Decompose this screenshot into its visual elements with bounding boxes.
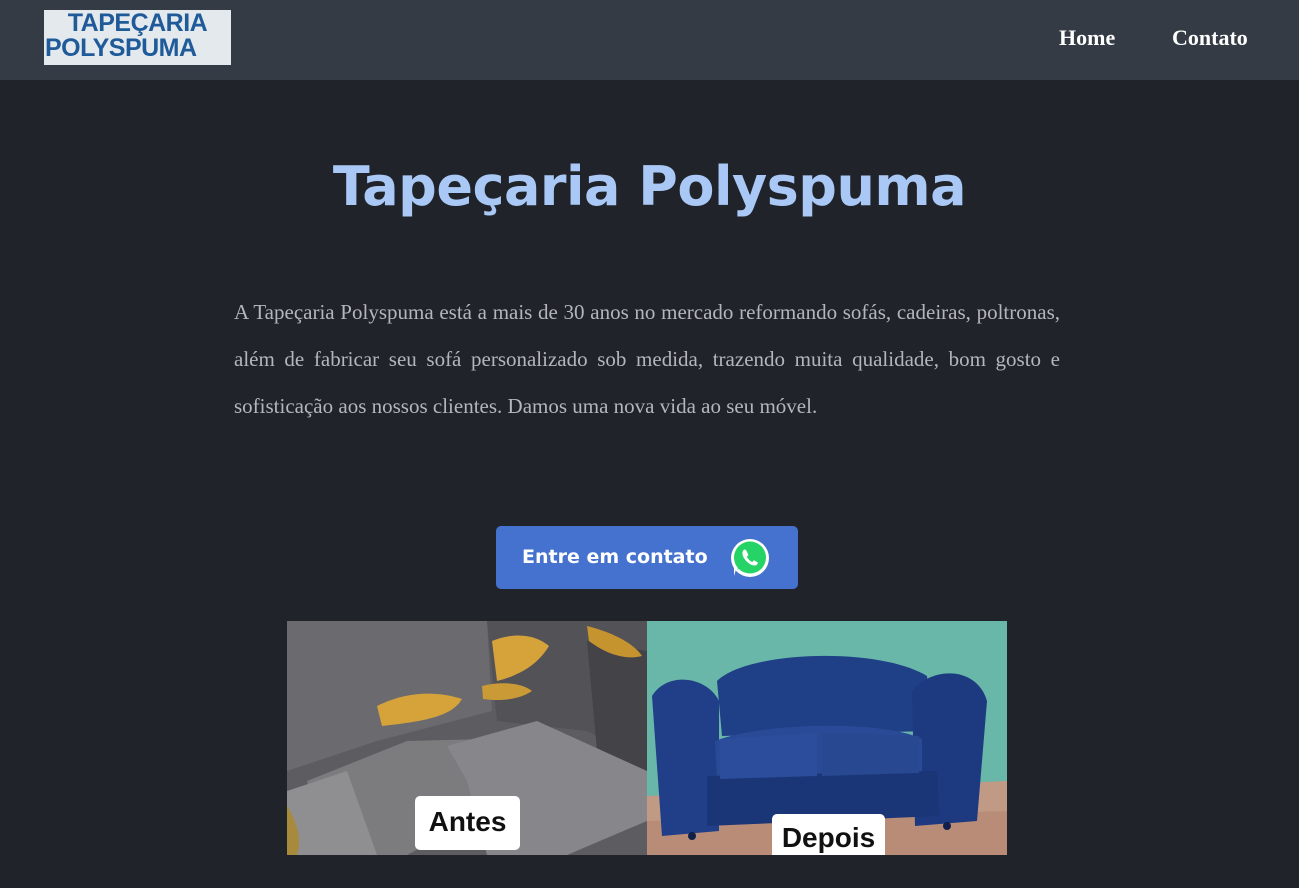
logo-line-1: TAPEÇARIA	[67, 10, 208, 37]
page-title: Tapeçaria Polyspuma	[332, 155, 967, 218]
before-label: Antes	[415, 796, 520, 850]
contact-whatsapp-button[interactable]: Entre em contato	[496, 526, 798, 589]
before-photo: Antes	[287, 621, 647, 855]
company-description: A Tapeçaria Polyspuma está a mais de 30 …	[234, 300, 1060, 418]
after-photo: Depois	[647, 621, 1007, 855]
contact-button-label: Entre em contato	[522, 546, 708, 568]
nav-link-contato[interactable]: Contato	[1172, 25, 1248, 51]
nav-link-home[interactable]: Home	[1059, 25, 1115, 51]
logo[interactable]: TAPEÇARIA POLYSPUMA	[44, 10, 231, 65]
after-label: Depois	[772, 814, 885, 855]
whatsapp-icon	[731, 539, 769, 577]
navbar: TAPEÇARIA POLYSPUMA Home Contato	[0, 0, 1299, 80]
logo-line-2: POLYSPUMA	[45, 34, 197, 62]
